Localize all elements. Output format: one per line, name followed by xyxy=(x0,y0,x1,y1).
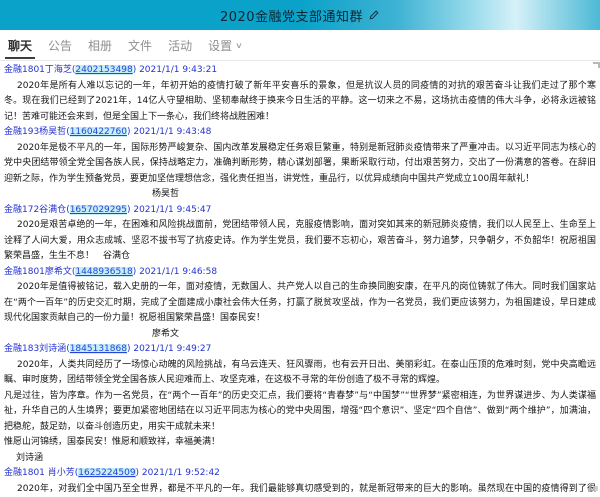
sender-uin-link[interactable]: 2402153498 xyxy=(75,65,132,75)
sender-uin: (2402153498) xyxy=(72,65,136,75)
tab-files[interactable]: 文件 xyxy=(125,30,155,60)
message-header: 金融193杨昊哲(1160422760) 2021/1/1 9:43:48 xyxy=(4,125,596,141)
chat-message: 金融193杨昊哲(1160422760) 2021/1/1 9:43:48202… xyxy=(4,125,596,203)
message-header: 金融183刘诗涵(1845131868) 2021/1/1 9:49:27 xyxy=(4,342,596,358)
tab-activities[interactable]: 活动 xyxy=(165,30,195,60)
sender-uin: (1448936518) xyxy=(72,267,136,277)
sender-uin-link[interactable]: 1845131868 xyxy=(70,344,127,354)
chat-message-area[interactable]: 金融1801丁海芝(2402153498) 2021/1/1 9:43:2120… xyxy=(0,61,600,496)
message-text: 2020年，对我们全中国乃至全世界，都是不平凡的一年。我们最能够真切感受到的，就… xyxy=(4,482,596,497)
message-signature: 廖希文 xyxy=(4,327,596,343)
tab-album-label: 相册 xyxy=(88,37,112,54)
group-chat-window: 2020金融党支部通知群 聊天 公告 相册 文件 活动 设置∨ 金融1801丁海… xyxy=(0,0,600,497)
tab-files-label: 文件 xyxy=(128,37,152,54)
tab-settings-label: 设置 xyxy=(208,37,232,54)
sender-uin-link[interactable]: 1625224509 xyxy=(78,468,135,478)
message-timestamp: 2021/1/1 9:49:27 xyxy=(130,344,211,354)
tab-album[interactable]: 相册 xyxy=(85,30,115,60)
message-header: 金融1801廖希文(1448936518) 2021/1/1 9:46:58 xyxy=(4,265,596,281)
message-timestamp: 2021/1/1 9:43:21 xyxy=(136,65,217,75)
sender-uin-link[interactable]: 1160422760 xyxy=(70,127,127,137)
tab-activities-label: 活动 xyxy=(168,37,192,54)
message-text: 2020年，人类共同经历了一场惊心动魄的风险挑战，有乌云连天、狂风骤雨，也有云开… xyxy=(4,358,596,389)
message-header: 金融172谷满仓(1657029295) 2021/1/1 9:45:47 xyxy=(4,203,596,219)
sender-uin-link[interactable]: 1448936518 xyxy=(75,267,132,277)
edit-title-icon[interactable] xyxy=(368,9,380,21)
message-text: 2020年是所有人难以忘记的一年，年初开始的疫情打破了新年平安喜乐的景象，但是抗… xyxy=(4,79,596,126)
sender-uin-link[interactable]: 1657029295 xyxy=(70,205,127,215)
tab-settings[interactable]: 设置∨ xyxy=(205,30,245,60)
message-signature: 杨昊哲 xyxy=(4,187,596,203)
message-text: 2020是艰苦卓绝的一年，在困难和风险挑战面前，党团结带领人民，克服疫情影响，面… xyxy=(4,218,596,265)
message-text: 惟愿山河锦绣，国泰民安！惟愿和顺致祥，幸福美满！ xyxy=(4,435,596,451)
message-timestamp: 2021/1/1 9:45:47 xyxy=(130,205,211,215)
scrollbar-top-mark[interactable] xyxy=(593,62,600,68)
message-list: 金融1801丁海芝(2402153498) 2021/1/1 9:43:2120… xyxy=(4,63,596,496)
message-timestamp: 2021/1/1 9:52:42 xyxy=(139,468,220,478)
tab-announcements[interactable]: 公告 xyxy=(45,30,75,60)
chat-message: 金融1801 肖小芳(1625224509) 2021/1/1 9:52:422… xyxy=(4,466,596,496)
tab-bar: 聊天 公告 相册 文件 活动 设置∨ xyxy=(0,30,600,61)
sender-name[interactable]: 金融193杨昊哲 xyxy=(4,127,66,137)
message-text: 2020年是值得被铭记，载入史册的一年，面对疫情，无数国人、共产党人以自己的生命… xyxy=(4,280,596,327)
tab-chat-label: 聊天 xyxy=(8,37,32,54)
message-timestamp: 2021/1/1 9:43:48 xyxy=(130,127,211,137)
sender-name[interactable]: 金融172谷满仓 xyxy=(4,205,66,215)
sender-uin: (1657029295) xyxy=(66,205,130,215)
sender-name[interactable]: 金融183刘诗涵 xyxy=(4,344,66,354)
sender-name[interactable]: 金融1801 肖小芳 xyxy=(4,468,75,478)
sender-uin: (1160422760) xyxy=(66,127,130,137)
message-timestamp: 2021/1/1 9:46:58 xyxy=(136,267,217,277)
chat-message: 金融172谷满仓(1657029295) 2021/1/1 9:45:47202… xyxy=(4,203,596,265)
message-text: 2020年是极不平凡的一年，国际形势严峻复杂、国内改革发展稳定任务艰巨繁重，特别… xyxy=(4,141,596,188)
sender-name[interactable]: 金融1801丁海芝 xyxy=(4,65,72,75)
tab-chat[interactable]: 聊天 xyxy=(5,30,35,60)
chevron-down-icon: ∨ xyxy=(235,41,243,50)
sender-uin: (1625224509) xyxy=(75,468,139,478)
sender-uin: (1845131868) xyxy=(66,344,130,354)
scrollbar-bottom-mark[interactable] xyxy=(593,486,598,491)
message-header: 金融1801 肖小芳(1625224509) 2021/1/1 9:52:42 xyxy=(4,466,596,482)
chat-message: 金融1801廖希文(1448936518) 2021/1/1 9:46:5820… xyxy=(4,265,596,343)
title-bar: 2020金融党支部通知群 xyxy=(0,0,600,30)
message-signature: 刘诗涵 xyxy=(4,451,596,467)
message-header: 金融1801丁海芝(2402153498) 2021/1/1 9:43:21 xyxy=(4,63,596,79)
sender-name[interactable]: 金融1801廖希文 xyxy=(4,267,72,277)
group-title: 2020金融党支部通知群 xyxy=(220,6,363,25)
chat-message: 金融1801丁海芝(2402153498) 2021/1/1 9:43:2120… xyxy=(4,63,596,125)
message-text: 凡是过往，皆为序章。作为一名党员，在“两个一百年”的历史交汇点，我们要将“青春梦… xyxy=(4,389,596,436)
tab-announcements-label: 公告 xyxy=(48,37,72,54)
chat-message: 金融183刘诗涵(1845131868) 2021/1/1 9:49:27202… xyxy=(4,342,596,466)
